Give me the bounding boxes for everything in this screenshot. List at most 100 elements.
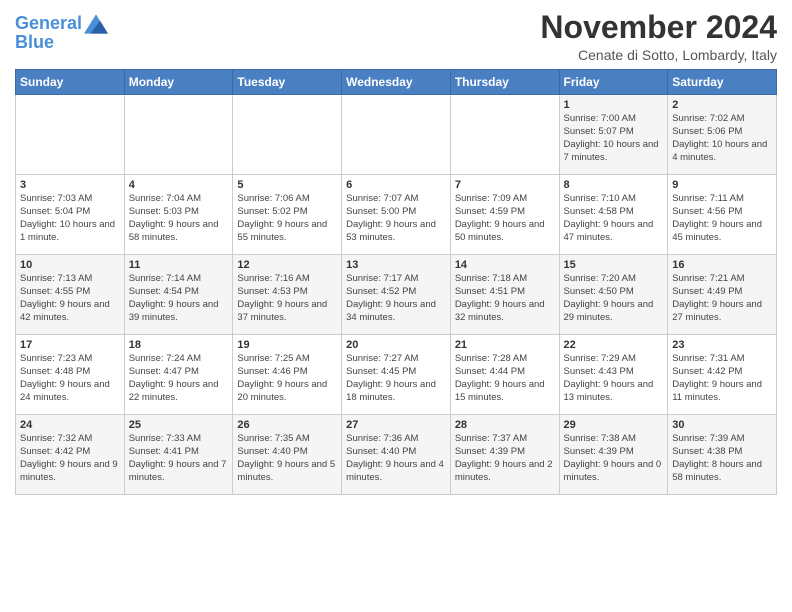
- day-info: Sunrise: 7:03 AM Sunset: 5:04 PM Dayligh…: [20, 193, 120, 244]
- header: General Blue November 2024 Cenate di Sot…: [15, 10, 777, 63]
- day-number: 6: [346, 179, 446, 191]
- table-cell: [124, 95, 233, 175]
- col-wednesday: Wednesday: [342, 70, 451, 95]
- logo-line2: Blue: [15, 32, 108, 53]
- table-cell: 12 Sunrise: 7:16 AM Sunset: 4:53 PM Dayli…: [233, 255, 342, 335]
- day-number: 16: [672, 259, 772, 271]
- day-number: 13: [346, 259, 446, 271]
- day-number: 15: [564, 259, 664, 271]
- table-cell: 20 Sunrise: 7:27 AM Sunset: 4:45 PM Dayli…: [342, 335, 451, 415]
- day-number: 8: [564, 179, 664, 191]
- table-cell: 9 Sunrise: 7:11 AM Sunset: 4:56 PM Daylig…: [668, 175, 777, 255]
- day-info: Sunrise: 7:35 AM Sunset: 4:40 PM Dayligh…: [237, 433, 337, 484]
- col-friday: Friday: [559, 70, 668, 95]
- day-info: Sunrise: 7:13 AM Sunset: 4:55 PM Dayligh…: [20, 273, 120, 324]
- day-info: Sunrise: 7:06 AM Sunset: 5:02 PM Dayligh…: [237, 193, 337, 244]
- table-cell: 7Sunrise: 7:09 AM Sunset: 4:59 PM Daylig…: [450, 175, 559, 255]
- calendar-week-4: 17Sunrise: 7:23 AM Sunset: 4:48 PM Dayli…: [16, 335, 777, 415]
- day-info: Sunrise: 7:17 AM Sunset: 4:52 PM Dayligh…: [346, 273, 446, 324]
- col-monday: Monday: [124, 70, 233, 95]
- day-number: 4: [129, 179, 229, 191]
- day-number: 11: [129, 259, 229, 271]
- day-number: 24: [20, 419, 120, 431]
- day-info: Sunrise: 7:00 AM Sunset: 5:07 PM Dayligh…: [564, 113, 664, 164]
- table-cell: 21 Sunrise: 7:28 AM Sunset: 4:44 PM Dayli…: [450, 335, 559, 415]
- day-info: Sunrise: 7:20 AM Sunset: 4:50 PM Dayligh…: [564, 273, 664, 324]
- day-number: 9: [672, 179, 772, 191]
- table-cell: 13 Sunrise: 7:17 AM Sunset: 4:52 PM Dayli…: [342, 255, 451, 335]
- day-info: Sunrise: 7:04 AM Sunset: 5:03 PM Dayligh…: [129, 193, 229, 244]
- table-cell: 26 Sunrise: 7:35 AM Sunset: 4:40 PM Dayli…: [233, 415, 342, 495]
- day-info: Sunrise: 7:38 AM Sunset: 4:39 PM Dayligh…: [564, 433, 664, 484]
- table-cell: 19 Sunrise: 7:25 AM Sunset: 4:46 PM Dayli…: [233, 335, 342, 415]
- day-info: Sunrise: 7:32 AM Sunset: 4:42 PM Dayligh…: [20, 433, 120, 484]
- table-cell: 10 Sunrise: 7:13 AM Sunset: 4:55 PM Dayli…: [16, 255, 125, 335]
- calendar-week-5: 24 Sunrise: 7:32 AM Sunset: 4:42 PM Dayli…: [16, 415, 777, 495]
- day-number: 21: [455, 339, 555, 351]
- calendar-week-1: 1 Sunrise: 7:00 AM Sunset: 5:07 PM Daylig…: [16, 95, 777, 175]
- day-info: Sunrise: 7:25 AM Sunset: 4:46 PM Dayligh…: [237, 353, 337, 404]
- day-number: 19: [237, 339, 337, 351]
- day-info: Sunrise: 7:29 AM Sunset: 4:43 PM Dayligh…: [564, 353, 664, 404]
- table-cell: 17Sunrise: 7:23 AM Sunset: 4:48 PM Dayli…: [16, 335, 125, 415]
- table-cell: 18 Sunrise: 7:24 AM Sunset: 4:47 PM Dayli…: [124, 335, 233, 415]
- table-cell: 6 Sunrise: 7:07 AM Sunset: 5:00 PM Daylig…: [342, 175, 451, 255]
- calendar-week-2: 3 Sunrise: 7:03 AM Sunset: 5:04 PM Daylig…: [16, 175, 777, 255]
- day-number: 26: [237, 419, 337, 431]
- day-info: Sunrise: 7:16 AM Sunset: 4:53 PM Dayligh…: [237, 273, 337, 324]
- table-cell: 2 Sunrise: 7:02 AM Sunset: 5:06 PM Daylig…: [668, 95, 777, 175]
- day-number: 22: [564, 339, 664, 351]
- day-info: Sunrise: 7:02 AM Sunset: 5:06 PM Dayligh…: [672, 113, 772, 164]
- day-number: 20: [346, 339, 446, 351]
- calendar-header-row: Sunday Monday Tuesday Wednesday Thursday…: [16, 70, 777, 95]
- day-number: 17: [20, 339, 120, 351]
- day-info: Sunrise: 7:28 AM Sunset: 4:44 PM Dayligh…: [455, 353, 555, 404]
- day-info: Sunrise: 7:36 AM Sunset: 4:40 PM Dayligh…: [346, 433, 446, 484]
- table-cell: 3 Sunrise: 7:03 AM Sunset: 5:04 PM Daylig…: [16, 175, 125, 255]
- logo-text: General: [15, 14, 82, 34]
- table-cell: 24 Sunrise: 7:32 AM Sunset: 4:42 PM Dayli…: [16, 415, 125, 495]
- day-number: 7: [455, 179, 555, 191]
- table-cell: 29 Sunrise: 7:38 AM Sunset: 4:39 PM Dayli…: [559, 415, 668, 495]
- logo: General Blue: [15, 14, 108, 53]
- logo-icon: [84, 14, 108, 34]
- day-info: Sunrise: 7:07 AM Sunset: 5:00 PM Dayligh…: [346, 193, 446, 244]
- day-info: Sunrise: 7:39 AM Sunset: 4:38 PM Dayligh…: [672, 433, 772, 484]
- day-number: 5: [237, 179, 337, 191]
- month-title: November 2024: [540, 10, 777, 45]
- day-info: Sunrise: 7:18 AM Sunset: 4:51 PM Dayligh…: [455, 273, 555, 324]
- day-number: 3: [20, 179, 120, 191]
- day-number: 30: [672, 419, 772, 431]
- table-cell: 5 Sunrise: 7:06 AM Sunset: 5:02 PM Daylig…: [233, 175, 342, 255]
- day-info: Sunrise: 7:10 AM Sunset: 4:58 PM Dayligh…: [564, 193, 664, 244]
- page-container: General Blue November 2024 Cenate di Sot…: [0, 0, 792, 505]
- col-sunday: Sunday: [16, 70, 125, 95]
- day-number: 18: [129, 339, 229, 351]
- day-number: 12: [237, 259, 337, 271]
- day-info: Sunrise: 7:11 AM Sunset: 4:56 PM Dayligh…: [672, 193, 772, 244]
- table-cell: [450, 95, 559, 175]
- table-cell: [233, 95, 342, 175]
- table-cell: [342, 95, 451, 175]
- table-cell: 28Sunrise: 7:37 AM Sunset: 4:39 PM Dayli…: [450, 415, 559, 495]
- day-number: 25: [129, 419, 229, 431]
- table-cell: 16Sunrise: 7:21 AM Sunset: 4:49 PM Dayli…: [668, 255, 777, 335]
- table-cell: 22 Sunrise: 7:29 AM Sunset: 4:43 PM Dayli…: [559, 335, 668, 415]
- col-saturday: Saturday: [668, 70, 777, 95]
- table-cell: 30 Sunrise: 7:39 AM Sunset: 4:38 PM Dayli…: [668, 415, 777, 495]
- col-tuesday: Tuesday: [233, 70, 342, 95]
- day-number: 1: [564, 99, 664, 111]
- table-cell: 8 Sunrise: 7:10 AM Sunset: 4:58 PM Daylig…: [559, 175, 668, 255]
- day-number: 29: [564, 419, 664, 431]
- calendar-table: Sunday Monday Tuesday Wednesday Thursday…: [15, 69, 777, 495]
- table-cell: 11Sunrise: 7:14 AM Sunset: 4:54 PM Dayli…: [124, 255, 233, 335]
- table-cell: 14Sunrise: 7:18 AM Sunset: 4:51 PM Dayli…: [450, 255, 559, 335]
- day-info: Sunrise: 7:24 AM Sunset: 4:47 PM Dayligh…: [129, 353, 229, 404]
- day-number: 23: [672, 339, 772, 351]
- day-info: Sunrise: 7:27 AM Sunset: 4:45 PM Dayligh…: [346, 353, 446, 404]
- table-cell: 23Sunrise: 7:31 AM Sunset: 4:42 PM Dayli…: [668, 335, 777, 415]
- day-number: 2: [672, 99, 772, 111]
- day-number: 10: [20, 259, 120, 271]
- title-block: November 2024 Cenate di Sotto, Lombardy,…: [540, 10, 777, 63]
- table-cell: 4 Sunrise: 7:04 AM Sunset: 5:03 PM Daylig…: [124, 175, 233, 255]
